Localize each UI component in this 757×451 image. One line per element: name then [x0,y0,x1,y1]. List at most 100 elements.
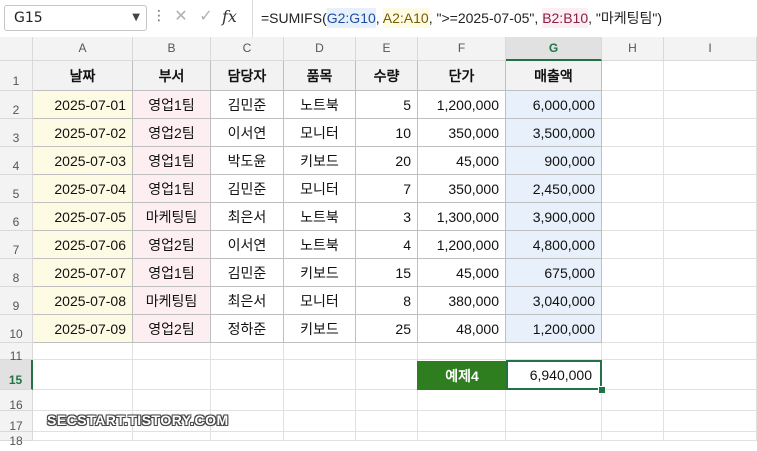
cancel-icon[interactable]: ✕ [170,6,192,30]
table-cell[interactable]: 김민준 [211,259,284,287]
table-cell[interactable]: 노트북 [284,91,356,119]
column-header-b[interactable]: B [133,37,211,61]
empty-cell[interactable] [664,147,757,175]
empty-cell[interactable] [602,390,664,411]
chevron-down-icon[interactable]: ▼ [132,12,140,23]
empty-cell[interactable] [602,360,664,390]
table-cell[interactable]: 675,000 [506,259,602,287]
empty-cell[interactable] [506,343,602,360]
empty-cell[interactable] [602,315,664,343]
table-cell[interactable]: 영업1팀 [133,91,211,119]
table-cell[interactable]: 박도윤 [211,147,284,175]
header-cell[interactable]: 부서 [133,61,211,91]
table-cell[interactable]: 1,200,000 [418,231,506,259]
empty-cell[interactable] [356,432,418,441]
row-header-1[interactable]: 1 [0,61,33,91]
header-cell[interactable]: 수량 [356,61,418,91]
table-cell[interactable]: 4 [356,231,418,259]
header-cell[interactable]: 담당자 [211,61,284,91]
row-header-8[interactable]: 8 [0,259,33,287]
empty-cell[interactable] [211,360,284,390]
empty-cell[interactable] [418,432,506,441]
table-cell[interactable]: 8 [356,287,418,315]
table-cell[interactable]: 2025-07-02 [33,119,133,147]
table-cell[interactable]: 2025-07-04 [33,175,133,203]
empty-cell[interactable] [33,432,133,441]
empty-cell[interactable] [664,360,757,390]
table-cell[interactable]: 영업2팀 [133,119,211,147]
table-cell[interactable]: 최은서 [211,203,284,231]
table-cell[interactable]: 키보드 [284,147,356,175]
empty-cell[interactable] [356,390,418,411]
empty-cell[interactable] [602,175,664,203]
table-cell[interactable]: 3,500,000 [506,119,602,147]
column-header-a[interactable]: A [33,37,133,61]
empty-cell[interactable] [664,231,757,259]
table-cell[interactable]: 모니터 [284,175,356,203]
active-cell-g15[interactable]: 6,940,000 [506,360,602,390]
empty-cell[interactable] [664,203,757,231]
table-cell[interactable]: 900,000 [506,147,602,175]
table-cell[interactable]: 15 [356,259,418,287]
empty-cell[interactable] [418,343,506,360]
table-cell[interactable]: 350,000 [418,175,506,203]
empty-cell[interactable] [211,432,284,441]
empty-cell[interactable] [506,390,602,411]
table-cell[interactable]: 노트북 [284,203,356,231]
table-cell[interactable]: 모니터 [284,287,356,315]
row-header-6[interactable]: 6 [0,203,33,231]
table-cell[interactable]: 모니터 [284,119,356,147]
table-cell[interactable]: 2,450,000 [506,175,602,203]
table-cell[interactable]: 노트북 [284,231,356,259]
empty-cell[interactable] [418,411,506,432]
empty-cell[interactable] [33,343,133,360]
table-cell[interactable]: 1,200,000 [418,91,506,119]
formula-input[interactable]: =SUMIFS(G2:G10, A2:A10, ">=2025-07-05", … [252,0,757,37]
empty-cell[interactable] [602,259,664,287]
table-cell[interactable]: 1,200,000 [506,315,602,343]
empty-cell[interactable] [602,432,664,441]
table-cell[interactable]: 45,000 [418,259,506,287]
row-header-4[interactable]: 4 [0,147,33,175]
table-cell[interactable]: 3 [356,203,418,231]
table-cell[interactable]: 2025-07-05 [33,203,133,231]
table-cell[interactable]: 45,000 [418,147,506,175]
row-header-17[interactable]: 17 [0,411,33,433]
row-header-15[interactable]: 15 [0,360,33,390]
table-cell[interactable]: 5 [356,91,418,119]
enter-icon[interactable]: ✓ [195,6,217,30]
empty-cell[interactable] [664,259,757,287]
empty-cell[interactable] [664,119,757,147]
table-cell[interactable]: 350,000 [418,119,506,147]
empty-cell[interactable] [284,390,356,411]
empty-cell[interactable] [602,91,664,119]
row-header-9[interactable]: 9 [0,287,33,315]
table-cell[interactable]: 키보드 [284,259,356,287]
empty-cell[interactable] [284,411,356,432]
empty-cell[interactable] [33,360,133,390]
row-header-18[interactable]: 18 [0,432,33,448]
empty-cell[interactable] [284,360,356,390]
column-header-i[interactable]: I [664,37,757,61]
empty-cell[interactable] [602,203,664,231]
table-cell[interactable]: 2025-07-08 [33,287,133,315]
empty-cell[interactable] [133,390,211,411]
column-header-e[interactable]: E [356,37,418,61]
table-cell[interactable]: 1,300,000 [418,203,506,231]
empty-cell[interactable] [506,432,602,441]
empty-cell[interactable] [664,315,757,343]
header-cell[interactable]: 단가 [418,61,506,91]
empty-cell[interactable] [602,119,664,147]
table-cell[interactable]: 25 [356,315,418,343]
column-header-d[interactable]: D [284,37,356,61]
table-cell[interactable]: 영업1팀 [133,147,211,175]
empty-cell[interactable] [602,287,664,315]
table-cell[interactable]: 7 [356,175,418,203]
empty-cell[interactable] [133,432,211,441]
row-header-10[interactable]: 10 [0,315,33,343]
empty-cell[interactable] [602,343,664,360]
empty-cell[interactable] [602,411,664,432]
empty-cell[interactable] [602,231,664,259]
table-cell[interactable]: 3,900,000 [506,203,602,231]
empty-cell[interactable] [356,360,418,390]
